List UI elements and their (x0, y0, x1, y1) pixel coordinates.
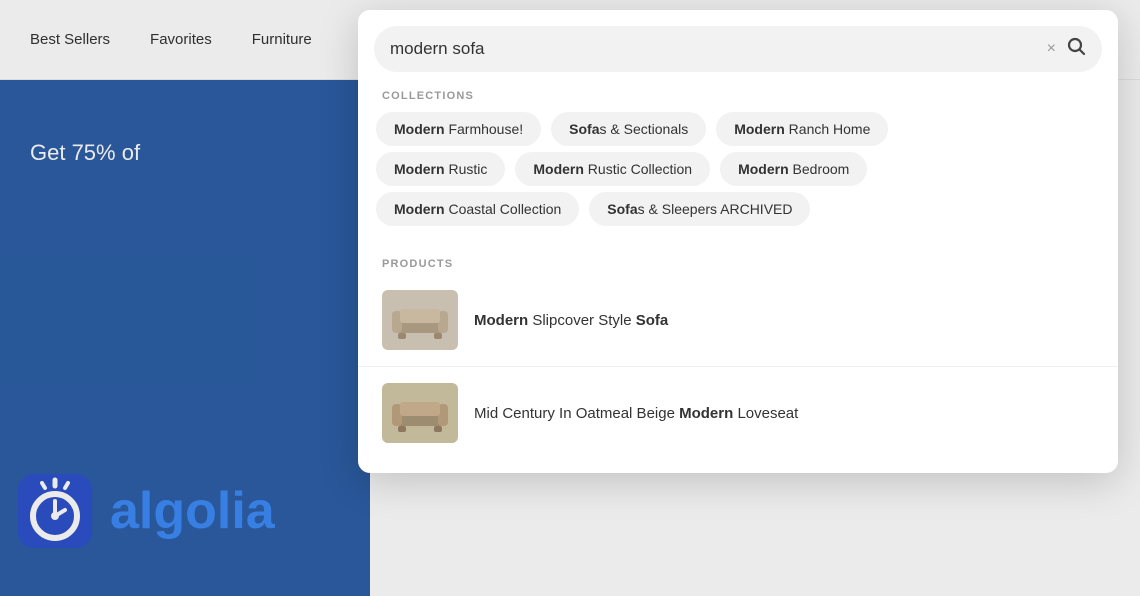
collections-chips-row3: Modern Coastal Collection Sofa s & Sleep… (358, 192, 1118, 226)
product-highlight-1: Modern (474, 312, 528, 329)
chip-bold-3: Modern (734, 121, 785, 137)
chip-bold-1: Modern (394, 121, 445, 137)
chip-rest-3: Ranch Home (785, 121, 871, 137)
chip-bold-5: Modern (533, 161, 584, 177)
product-text-prefix-2: Mid Century In Oatmeal Beige (474, 405, 679, 422)
product-highlight-2: Modern (679, 405, 733, 422)
product-thumb-2 (382, 383, 458, 443)
chip-modern-ranch[interactable]: Modern Ranch Home (716, 112, 888, 146)
chip-modern-farmhouse[interactable]: Modern Farmhouse! (376, 112, 541, 146)
collections-chips-row1: Modern Farmhouse! Sofa s & Sectionals Mo… (358, 112, 1118, 146)
chip-rest-7: Coastal Collection (445, 201, 562, 217)
search-input[interactable] (390, 39, 1037, 59)
chip-rest-2: s & Sectionals (600, 121, 689, 137)
products-label: PRODUCTS (358, 240, 1118, 280)
product-item-2[interactable]: Mid Century In Oatmeal Beige Modern Love… (358, 373, 1118, 453)
chip-modern-bedroom[interactable]: Modern Bedroom (720, 152, 867, 186)
chip-bold-2: Sofa (569, 121, 599, 137)
product-sofa-svg-2 (390, 392, 450, 434)
chip-rest-4: Rustic (445, 161, 488, 177)
search-dropdown: × COLLECTIONS Modern Farmhouse! Sofa s &… (358, 10, 1118, 473)
product-text-2: Loveseat (737, 405, 798, 422)
chip-modern-coastal[interactable]: Modern Coastal Collection (376, 192, 579, 226)
product-name-2: Mid Century In Oatmeal Beige Modern Love… (474, 405, 798, 422)
product-text-1: Slipcover Style (532, 312, 635, 329)
product-divider (358, 366, 1118, 367)
collections-chips-row2: Modern Rustic Modern Rustic Collection M… (358, 152, 1118, 186)
product-item-1[interactable]: Modern Slipcover Style Sofa (358, 280, 1118, 360)
chip-sofas-sectionals[interactable]: Sofa s & Sectionals (551, 112, 706, 146)
product-name-1: Modern Slipcover Style Sofa (474, 312, 668, 329)
collections-label: COLLECTIONS (358, 72, 1118, 112)
search-button[interactable] (1066, 36, 1086, 62)
chip-bold-7: Modern (394, 201, 445, 217)
product-highlight-sofa-1: Sofa (636, 312, 669, 329)
chip-bold-4: Modern (394, 161, 445, 177)
product-thumb-1 (382, 290, 458, 350)
product-sofa-svg-1 (390, 299, 450, 341)
search-bar-container: × (374, 26, 1102, 72)
chip-bold-6: Modern (738, 161, 789, 177)
chip-rest-5: Rustic Collection (584, 161, 692, 177)
chip-bold-8: Sofa (607, 201, 637, 217)
clear-icon[interactable]: × (1047, 40, 1056, 58)
chip-sofas-sleepers[interactable]: Sofa s & Sleepers ARCHIVED (589, 192, 810, 226)
chip-modern-rustic-collection[interactable]: Modern Rustic Collection (515, 152, 710, 186)
search-icon (1066, 36, 1086, 56)
chip-modern-rustic[interactable]: Modern Rustic (376, 152, 505, 186)
chip-rest-1: Farmhouse! (445, 121, 524, 137)
products-section: PRODUCTS Modern Slipcover Style Sofa (358, 232, 1118, 453)
chip-rest-6: Bedroom (789, 161, 850, 177)
chip-rest-8: s & Sleepers ARCHIVED (638, 201, 793, 217)
